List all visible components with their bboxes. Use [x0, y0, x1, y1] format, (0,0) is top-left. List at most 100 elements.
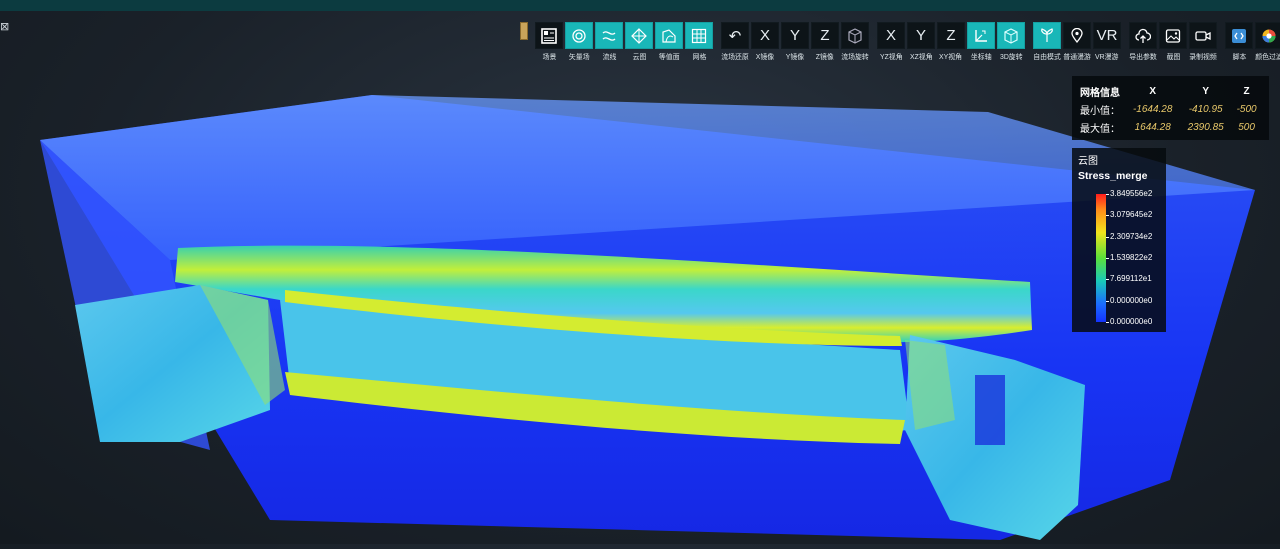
image-icon	[1159, 22, 1187, 49]
screenshot-label: 截图	[1166, 52, 1180, 61]
legend-value-label: 0.000000e0	[1110, 295, 1153, 305]
free-mode-label: 自由模式	[1033, 52, 1061, 61]
z-mirror-label: Z镜像	[815, 52, 835, 61]
free-mode-icon	[1033, 22, 1061, 49]
rotate-flow-button[interactable]: 流场旋转	[840, 22, 870, 62]
axes-icon	[967, 22, 995, 49]
xz-view-label: XZ视角	[909, 52, 933, 61]
vr-roam-button[interactable]: VR VR漫游	[1092, 22, 1122, 62]
axes-button[interactable]: 坐标轴	[966, 22, 996, 62]
x-mirror-label: X镜像	[755, 52, 775, 61]
legend-tick	[1106, 322, 1109, 323]
mesh-cloud-icon	[625, 22, 653, 49]
streamline-button[interactable]: 流线	[594, 22, 624, 62]
grid-info-max-label: 最大值：	[1080, 123, 1120, 135]
restore-flow-button[interactable]: ↶ 流场还原	[720, 22, 750, 62]
x-mirror-button[interactable]: X X镜像	[750, 22, 780, 62]
xy-view-button[interactable]: Z XY视角	[936, 22, 966, 62]
y-mirror-icon: Y	[781, 22, 809, 49]
grid-info-min-y: -410.95	[1188, 103, 1223, 115]
legend-value-label: 2.309734e2	[1110, 231, 1153, 241]
z-mirror-icon: Z	[811, 22, 839, 49]
rotate-3d-button[interactable]: 3D旋转	[996, 22, 1026, 62]
legend-tick	[1106, 300, 1109, 302]
restore-flow-label: 流场还原	[721, 52, 749, 61]
color-filter-button[interactable]: 颜色过滤	[1254, 22, 1280, 62]
contour-button[interactable]: 云图	[624, 22, 654, 62]
yz-view-button[interactable]: X YZ视角	[876, 22, 906, 62]
free-mode-button[interactable]: 自由模式	[1032, 22, 1062, 62]
contour-legend: 云图 Stress_merge 3.849556e2 3.079645e2 2.30…	[1072, 148, 1166, 332]
screenshot-button[interactable]: 截图	[1158, 22, 1188, 62]
y-mirror-button[interactable]: Y Y镜像	[780, 22, 810, 62]
record-video-label: 录制视频	[1189, 52, 1217, 61]
vr-roam-icon: VR	[1093, 22, 1121, 49]
roam-label: 普通漫游	[1063, 52, 1091, 61]
script-icon	[1225, 22, 1253, 49]
toolbar-group: 导出参数 截图 录制视频	[1128, 22, 1218, 62]
vr-roam-label: VR漫游	[1095, 52, 1119, 61]
color-filter-label: 颜色过滤	[1255, 52, 1280, 61]
legend-tick	[1106, 215, 1109, 217]
export-params-button[interactable]: 导出参数	[1128, 22, 1158, 62]
isosurface-label: 等值面	[658, 52, 680, 61]
location-pin-icon	[1063, 22, 1091, 49]
grid-info-max-y: 2390.85	[1187, 121, 1224, 133]
grid-info-header-x: X	[1149, 85, 1157, 97]
yz-view-label: YZ视角	[879, 52, 903, 61]
legend-value-label: 7.699112e1	[1110, 274, 1152, 284]
toolbar-group: ↶ 流场还原 X X镜像 Y Y镜像 Z Z镜像 流场旋转	[720, 22, 870, 62]
vector-swirl-icon	[565, 22, 593, 49]
legend-variable: Stress_merge	[1078, 170, 1148, 182]
grid-layout-icon	[535, 22, 563, 49]
grid-info-header-y: Y	[1202, 85, 1209, 97]
legend-tick	[1106, 194, 1109, 195]
script-button[interactable]: 脚本	[1224, 22, 1254, 62]
legend-color-bar	[1096, 194, 1106, 322]
cloud-upload-icon	[1129, 22, 1157, 49]
grid-info-panel: 网格信息 X Y Z 最小值： -1644.28 -410.95 -500 最大…	[1072, 76, 1269, 140]
isosurface-button[interactable]: 等值面	[654, 22, 684, 62]
record-video-button[interactable]: 录制视频	[1188, 22, 1218, 62]
legend-tick	[1106, 236, 1109, 238]
x-mirror-icon: X	[751, 22, 779, 49]
scene-label: 场景	[542, 52, 556, 61]
streamline-icon	[595, 22, 623, 49]
vector-field-button[interactable]: 矢量场	[564, 22, 594, 62]
axis-triad-icon[interactable]: ⊠	[0, 20, 14, 36]
legend-tick	[1106, 258, 1109, 259]
legend-value-label: 3.849556e2	[1110, 189, 1153, 198]
grid-info-title: 网格信息	[1080, 87, 1120, 99]
xy-view-icon: Z	[937, 22, 965, 49]
color-wheel-icon	[1255, 22, 1280, 49]
toolbar-drag-handle[interactable]	[520, 22, 528, 40]
scene-button[interactable]: 场景	[534, 22, 564, 62]
rotate-flow-label: 流场旋转	[841, 52, 869, 61]
xy-view-label: XY视角	[939, 52, 963, 61]
xz-view-button[interactable]: Y XZ视角	[906, 22, 936, 62]
script-label: 脚本	[1232, 52, 1246, 61]
main-toolbar: 场景 矢量场 流线 云图 等值面 网格 ↶ 流场还原 X X镜像 Y Y镜像 Z Z镜像 流场旋转 X YZ视角…	[520, 22, 1280, 64]
isosurface-icon	[655, 22, 683, 49]
video-camera-icon	[1189, 22, 1217, 49]
cube-3d-icon	[997, 22, 1025, 49]
grid-info-min-z: -500	[1236, 103, 1257, 115]
toolbar-group: 自由模式 普通漫游 VR VR漫游	[1032, 22, 1122, 62]
undo-arrow-icon: ↶	[721, 22, 749, 49]
grid-info-max-x: 1644.28	[1134, 121, 1171, 133]
legend-value-label: 1.539822e2	[1110, 253, 1153, 262]
toolbar-group: X YZ视角 Y XZ视角 Z XY视角 坐标轴 3D旋转	[876, 22, 1026, 62]
contour-label: 云图	[632, 52, 646, 61]
cube-rotate-icon	[841, 22, 869, 49]
legend-title: 云图	[1078, 156, 1098, 167]
grid-info-min-x: -1644.28	[1132, 103, 1173, 115]
legend-tick	[1106, 279, 1109, 281]
z-mirror-button[interactable]: Z Z镜像	[810, 22, 840, 62]
roam-button[interactable]: 普通漫游	[1062, 22, 1092, 62]
mesh-button[interactable]: 网格	[684, 22, 714, 62]
vector-field-label: 矢量场	[568, 52, 590, 61]
mesh-grid-icon	[685, 22, 713, 49]
toolbar-group: 脚本颜色过滤	[1224, 22, 1280, 62]
y-mirror-label: Y镜像	[785, 52, 805, 61]
export-params-label: 导出参数	[1129, 52, 1157, 61]
